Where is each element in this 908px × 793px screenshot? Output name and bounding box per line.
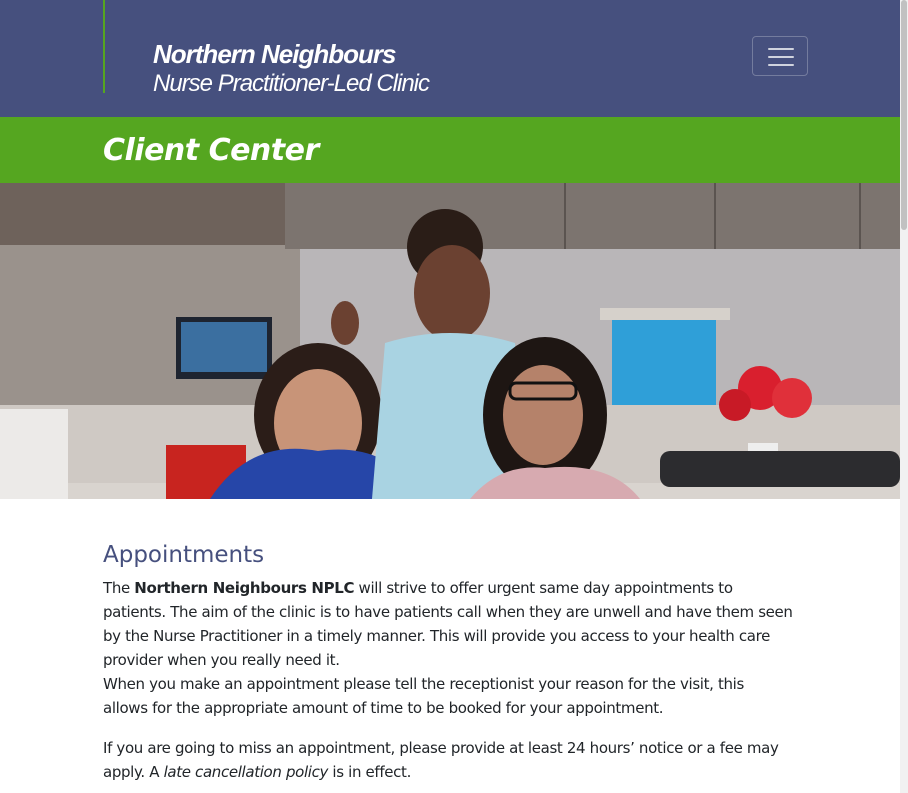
brand-name: Northern Neighbours	[153, 39, 396, 69]
p1-line2: When you make an appointment please tell…	[103, 675, 744, 717]
hero-photo-illustration	[0, 183, 900, 499]
brand-accent-bar	[103, 0, 105, 93]
p2-suffix: is in effect.	[328, 763, 411, 781]
clinic-name-bold: Northern Neighbours NPLC	[134, 579, 355, 597]
site-header: Northern Neighbours Nurse Practitioner-L…	[0, 0, 900, 117]
brand-subtitle: Nurse Practitioner-Led Clinic	[153, 70, 430, 97]
appointments-heading: Appointments	[103, 542, 265, 568]
page-title-banner: Client Center	[0, 117, 900, 183]
menu-bar-bottom	[768, 64, 794, 66]
hamburger-menu-icon[interactable]	[752, 36, 808, 76]
p1-prefix: The	[103, 579, 135, 597]
appointments-paragraph-2: If you are going to miss an appointment,…	[103, 736, 793, 784]
page-scrollbar[interactable]	[900, 0, 908, 793]
menu-bar-middle	[768, 56, 794, 58]
scrollbar-thumb[interactable]	[901, 0, 907, 230]
page-title: Client Center	[103, 133, 319, 168]
hero-photo	[0, 183, 900, 499]
clinic-logo-link[interactable]: Northern Neighbours Nurse Practitioner-L…	[153, 39, 430, 98]
appointments-section: Appointments The Northern Neighbours NPL…	[103, 538, 793, 784]
menu-bar-top	[768, 48, 794, 50]
late-cancellation-policy: late cancellation policy	[163, 763, 329, 781]
appointments-paragraph-1: The Northern Neighbours NPLC will strive…	[103, 576, 793, 720]
